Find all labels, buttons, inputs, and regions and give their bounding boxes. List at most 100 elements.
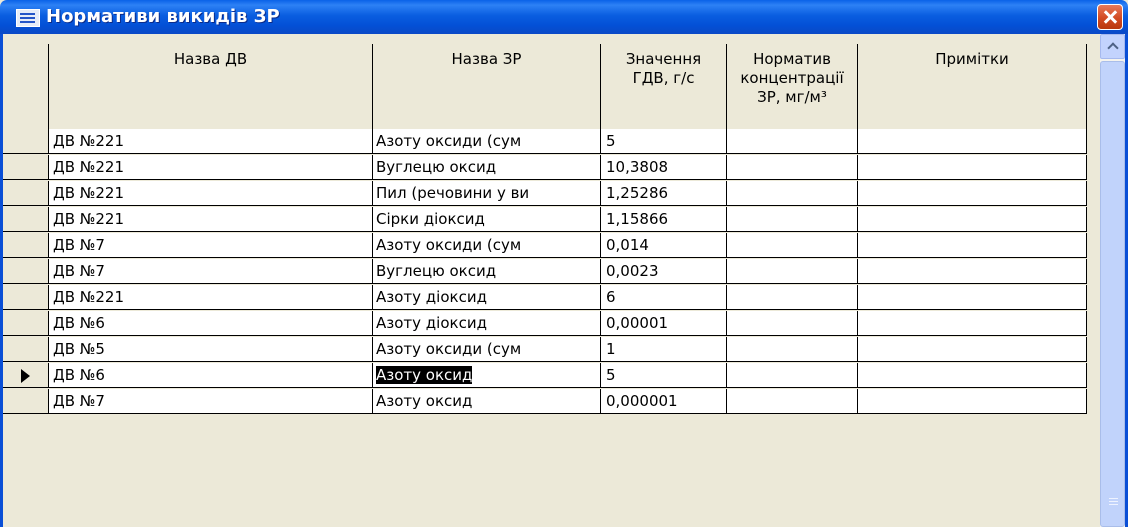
zr-value: Азоту оксиди (сум [376,132,522,150]
table-row[interactable]: ДВ №6 Азоту оксид 5 [3,363,1100,389]
record-selector[interactable] [3,363,49,388]
note-cell[interactable] [858,337,1087,362]
value-cell[interactable]: 0,014 [601,233,727,258]
value-cell[interactable]: 0,000001 [601,389,727,414]
record-selector[interactable] [3,389,49,414]
zr-combo-cell[interactable]: Азоту оксид [373,363,601,388]
dv-combo-cell[interactable]: ДВ №6 [49,311,373,336]
norm-cell[interactable] [727,285,858,310]
record-selector[interactable] [3,129,49,154]
value-cell[interactable]: 6 [601,285,727,310]
dv-combo-cell[interactable]: ДВ №7 [49,389,373,414]
record-selector[interactable] [3,207,49,232]
record-selector[interactable] [3,233,49,258]
norm-cell[interactable] [727,389,858,414]
grip-line [1109,498,1118,499]
zr-combo-cell[interactable]: Сірки діоксид [373,207,601,232]
scroll-up-button[interactable] [1100,34,1125,59]
dv-value: ДВ №7 [53,392,105,410]
zr-combo-cell[interactable]: Пил (речовини у ви [373,181,601,206]
table-row[interactable]: ДВ №7 Азоту оксид 0,000001 [3,389,1100,415]
note-cell[interactable] [858,311,1087,336]
table-row[interactable]: ДВ №7 Вуглецю оксид 0,0023 [3,259,1100,285]
record-selector[interactable] [3,155,49,180]
zr-value: Азоту оксиди (сум [376,236,522,254]
value-cell[interactable]: 5 [601,363,727,388]
note-cell[interactable] [858,363,1087,388]
close-button[interactable] [1097,4,1123,30]
dv-combo-cell[interactable]: ДВ №221 [49,155,373,180]
norm-cell[interactable] [727,259,858,284]
dv-combo-cell[interactable]: ДВ №6 [49,363,373,388]
value-cell[interactable]: 10,3808 [601,155,727,180]
dv-combo-cell[interactable]: ДВ №5 [49,337,373,362]
note-cell[interactable] [858,259,1087,284]
dv-combo-cell[interactable]: ДВ №221 [49,285,373,310]
zr-value: Азоту діоксид [376,288,487,306]
scroll-thumb[interactable] [1100,61,1125,527]
dv-combo-cell[interactable]: ДВ №221 [49,207,373,232]
note-cell[interactable] [858,155,1087,180]
note-cell[interactable] [858,207,1087,232]
zr-combo-cell[interactable]: Вуглецю оксид [373,259,601,284]
zr-combo-cell[interactable]: Вуглецю оксид [373,155,601,180]
dv-combo-cell[interactable]: ДВ №221 [49,129,373,154]
value-cell[interactable]: 5 [601,129,727,154]
zr-value: Азоту оксид [376,366,473,384]
note-cell[interactable] [858,389,1087,414]
table-row[interactable]: ДВ №221 Азоту оксиди (сум 5 [3,129,1100,155]
value-cell[interactable]: 0,00001 [601,311,727,336]
dv-combo-cell[interactable]: ДВ №7 [49,233,373,258]
zr-value: Пил (речовини у ви [376,184,530,202]
record-selector[interactable] [3,181,49,206]
vertical-scrollbar[interactable] [1100,34,1125,527]
dv-value: ДВ №221 [53,184,125,202]
zr-combo-cell[interactable]: Азоту оксиди (сум [373,233,601,258]
dv-combo-cell[interactable]: ДВ №7 [49,259,373,284]
zr-combo-cell[interactable]: Азоту діоксид [373,311,601,336]
record-selector[interactable] [3,285,49,310]
dv-combo-cell[interactable]: ДВ №221 [49,181,373,206]
note-cell[interactable] [858,181,1087,206]
form-window: Нормативи викидів ЗР Назва ДВ Назва ЗР З… [0,0,1128,527]
value-cell[interactable]: 0,0023 [601,259,727,284]
norm-cell[interactable] [727,155,858,180]
record-selector[interactable] [3,311,49,336]
norm-cell[interactable] [727,233,858,258]
value-cell[interactable]: 1,25286 [601,181,727,206]
datasheet-grid: Назва ДВ Назва ЗР Значення ГДВ, г/с Норм… [3,34,1100,527]
zr-value: Азоту оксиди (сум [376,340,522,358]
value-cell[interactable]: 1,15866 [601,207,727,232]
table-row[interactable]: ДВ №221 Азоту діоксид 6 [3,285,1100,311]
title-bar[interactable]: Нормативи викидів ЗР [0,0,1128,34]
table-row[interactable]: ДВ №5 Азоту оксиди (сум 1 [3,337,1100,363]
zr-combo-cell[interactable]: Азоту оксид [373,389,601,414]
norm-cell[interactable] [727,207,858,232]
zr-value: Вуглецю оксид [376,262,497,280]
dv-value: ДВ №6 [53,314,105,332]
norm-cell[interactable] [727,181,858,206]
dv-value: ДВ №221 [53,132,125,150]
note-cell[interactable] [858,285,1087,310]
norm-cell[interactable] [727,311,858,336]
grip-line [1109,504,1118,505]
table-row[interactable]: ДВ №7 Азоту оксиди (сум 0,014 [3,233,1100,259]
zr-combo-cell[interactable]: Азоту оксиди (сум [373,337,601,362]
zr-combo-cell[interactable]: Азоту оксиди (сум [373,129,601,154]
current-record-arrow-icon [21,369,30,383]
norm-cell[interactable] [727,337,858,362]
table-row[interactable]: ДВ №221 Сірки діоксид 1,15866 [3,207,1100,233]
dv-value: ДВ №5 [53,340,105,358]
note-cell[interactable] [858,129,1087,154]
value-cell[interactable]: 1 [601,337,727,362]
table-row[interactable]: ДВ №221 Вуглецю оксид 10,3808 [3,155,1100,181]
zr-combo-cell[interactable]: Азоту діоксид [373,285,601,310]
record-selector[interactable] [3,337,49,362]
norm-cell[interactable] [727,129,858,154]
table-row[interactable]: ДВ №6 Азоту діоксид 0,00001 [3,311,1100,337]
norm-cell[interactable] [727,363,858,388]
table-row[interactable]: ДВ №221 Пил (речовини у ви 1,25286 [3,181,1100,207]
note-cell[interactable] [858,233,1087,258]
record-selector[interactable] [3,259,49,284]
zr-value: Вуглецю оксид [376,158,497,176]
